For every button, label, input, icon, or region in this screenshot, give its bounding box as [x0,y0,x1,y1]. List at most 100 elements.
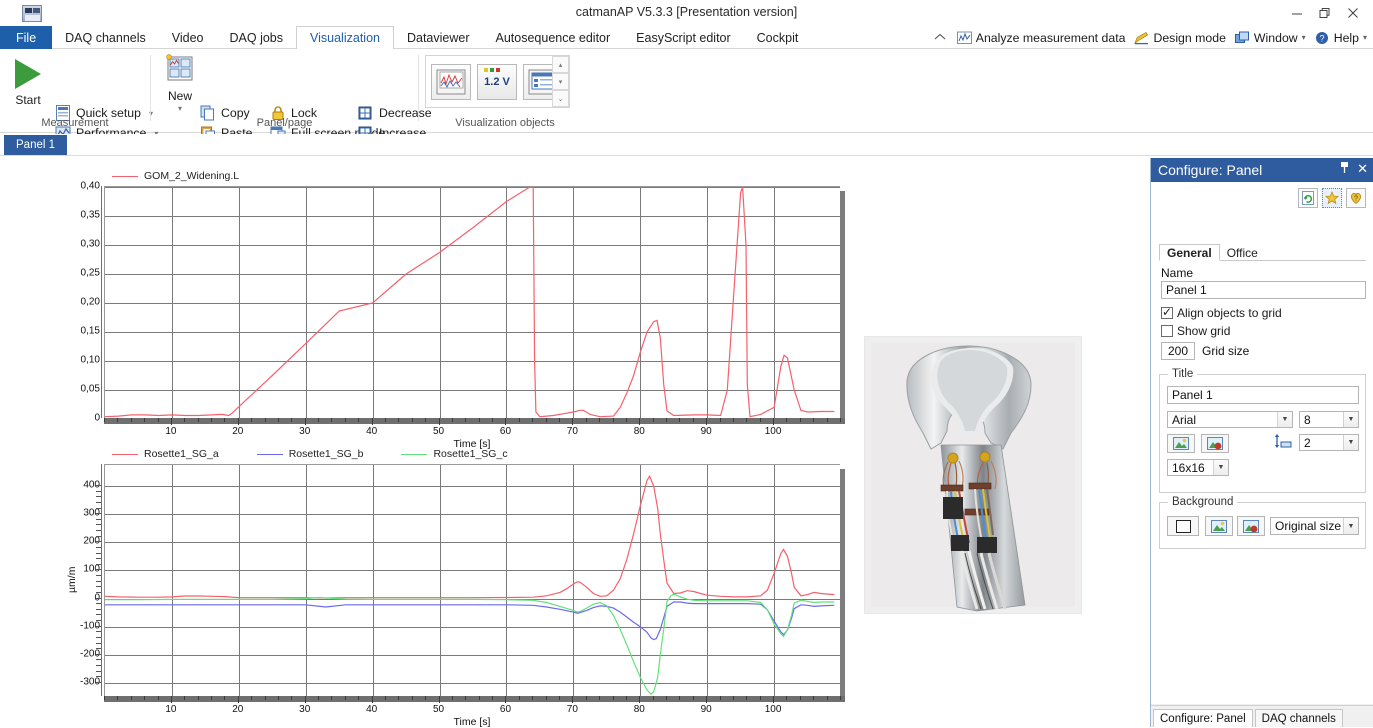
ribbon-group-panel-page: New ▾ Copy Paste X Delete [152,49,432,161]
tab-visualization[interactable]: Visualization [296,26,394,50]
analyze-measurement-data-link[interactable]: Analyze measurement data [956,31,1125,45]
rosette-chart-x-minor-tick [585,696,587,700]
digital-display-object-button[interactable]: 1.2 V [477,64,517,100]
background-image-button[interactable] [1205,516,1233,536]
rosette-chart-x-minor-tick [130,696,132,700]
restore-icon[interactable] [1311,2,1339,24]
gallery-scroll-up-button[interactable]: ▴ [552,56,569,73]
design-mode-link[interactable]: Design mode [1134,31,1226,45]
rosette-chart-plot[interactable] [104,464,840,696]
tab-daq-jobs[interactable]: DAQ jobs [217,26,297,49]
rosette-chart-legend: Rosette1_SG_a Rosette1_SG_b Rosette1_SG_c [112,448,508,460]
tab-file[interactable]: File [0,26,53,49]
widening-chart-x-tick: 70 [566,426,578,437]
widening-chart-y-tick: 0,15 [80,325,100,337]
rosette-chart-x-minor-tick [545,696,547,700]
tab-office[interactable]: Office [1220,244,1265,261]
align-objects-to-grid-checkbox[interactable]: Align objects to grid [1161,305,1282,320]
widening-chart-x-minor-tick [478,418,480,422]
new-panel-label: New [167,89,192,103]
rosette-chart-x-minor-tick [840,696,841,700]
rosette-chart-y-minor-tick [96,507,101,509]
rosette-chart-x-minor-tick [518,696,520,700]
widening-chart-x-minor-tick [451,418,453,422]
legend-line-swatch [401,453,428,455]
tab-easyscript-editor[interactable]: EasyScript editor [623,26,743,49]
gallery-scroll-down-button[interactable]: ▾ [552,73,569,90]
refresh-button[interactable] [1298,188,1318,208]
close-icon[interactable] [1339,2,1367,24]
help-menu[interactable]: ? Help ▾ [1315,31,1367,45]
name-input[interactable]: Panel 1 [1161,281,1366,299]
widening-chart-x-minor-tick [224,418,226,422]
configure-panel-footer-tabs: Configure: Panel DAQ channels [1151,705,1373,727]
tab-daq-channels[interactable]: DAQ channels [52,26,159,49]
widening-chart-x-minor-tick [625,418,627,422]
panel-tab-panel-1[interactable]: Panel 1 [4,135,68,155]
rosette-plot-shadow-right [840,469,845,701]
start-button-label: Start [15,93,41,107]
svg-text:?: ? [1354,196,1358,203]
home-link[interactable] [933,31,948,45]
close-panel-icon[interactable]: ✕ [1357,161,1368,177]
gallery-spinner: ▴ ▾ ⌄ [552,56,569,107]
widening-chart[interactable]: GOM_2_Widening.L 0 0,05 0,10 0,15 0,20 0,25 0,… [60,170,850,450]
rosette-chart[interactable]: Rosette1_SG_a Rosette1_SG_b Rosette1_SG_c … [60,448,850,728]
rosette-chart-x-minor-tick [211,696,213,700]
show-grid-checkbox[interactable]: Show grid [1161,324,1230,338]
widening-chart-plot[interactable] [104,186,840,418]
graph-object-button[interactable] [431,64,471,100]
background-color-button[interactable] [1167,516,1199,536]
widening-chart-legend: GOM_2_Widening.L [112,170,239,182]
rosette-chart-y-minor-tick [96,580,101,582]
tab-video[interactable]: Video [159,26,217,49]
window-menu-label: Window [1253,30,1298,45]
title-spacing-value: 2 [1304,435,1311,450]
widening-chart-x-tick: 60 [499,426,512,437]
tab-cockpit[interactable]: Cockpit [744,26,812,49]
start-button[interactable]: Start [8,55,48,107]
title-text-input[interactable]: Panel 1 [1167,386,1359,404]
rosette-chart-y-minor-tick [96,563,101,565]
new-panel-button[interactable]: New ▾ [157,54,203,113]
background-size-combo[interactable]: Original size ▼ [1270,517,1359,535]
title-image-button[interactable] [1167,434,1195,453]
title-font-combo[interactable]: Arial ▼ [1167,411,1293,428]
minimize-icon[interactable] [1283,2,1311,24]
footer-tab-configure-panel[interactable]: Configure: Panel [1153,709,1253,727]
title-spacing-combo[interactable]: 2 ▼ [1299,434,1359,451]
title-icon-size-combo[interactable]: 16x16 ▼ [1167,459,1229,476]
show-grid-checkbox-box [1161,325,1173,337]
widening-chart-x-minor-tick [251,418,253,422]
help-hint-button[interactable]: ? [1346,188,1366,208]
favorite-button[interactable] [1322,188,1342,208]
grid-size-input[interactable]: 200 [1161,342,1195,360]
configure-panel-header: Configure: Panel ✕ [1151,158,1373,182]
title-font-size-combo[interactable]: 8 ▼ [1299,411,1359,428]
tab-autosequence-editor[interactable]: Autosequence editor [483,26,624,49]
help-icon: ? [1315,31,1330,45]
widening-chart-y-tick: 0 [94,412,100,424]
gallery-expand-button[interactable]: ⌄ [552,90,569,107]
footer-tab-daq-channels[interactable]: DAQ channels [1254,709,1343,727]
widening-chart-x-minor-tick [211,418,213,422]
background-image-remove-button[interactable] [1237,516,1265,536]
legend-label: Rosette1_SG_a [144,448,219,460]
rosette-chart-y-minor-tick [96,541,101,543]
rosette-chart-x-minor-tick [759,696,761,700]
wrench-with-strain-gauges-image [865,337,1081,613]
rosette-chart-y-minor-tick [96,485,101,487]
pin-icon[interactable] [1339,161,1350,177]
window-menu[interactable]: Window ▾ [1234,30,1306,45]
widening-chart-x-minor-tick [157,418,159,422]
rosette-chart-x-tick: 90 [700,704,712,715]
ribbon: Start Quick setup ▾ Performance ▾ [0,49,1373,161]
configure-panel-toolbar: ? [1298,188,1366,208]
tab-general[interactable]: General [1159,244,1220,261]
widening-chart-y-tick: 0,20 [80,296,100,308]
title-image-remove-button[interactable] [1201,434,1229,453]
rosette-chart-y-minor-tick [96,575,101,577]
widening-plot-shadow-right [840,191,845,423]
tab-dataviewer[interactable]: Dataviewer [394,26,483,49]
svg-text:?: ? [1319,33,1324,43]
